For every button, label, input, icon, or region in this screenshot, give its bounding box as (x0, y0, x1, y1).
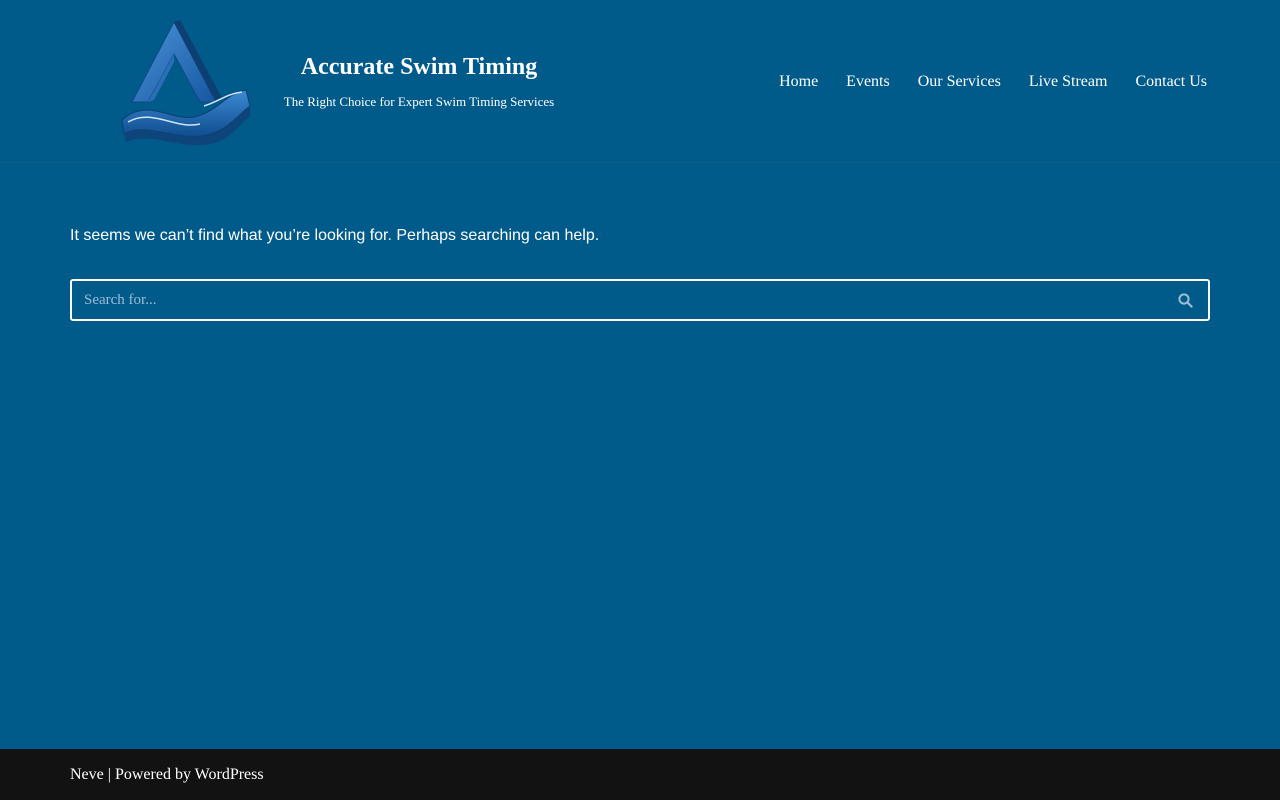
nav-item-live-stream[interactable]: Live Stream (1029, 72, 1108, 92)
search-input[interactable] (72, 281, 1162, 319)
site-header: Accurate Swim Timing The Right Choice fo… (0, 0, 1280, 163)
nav-item-contact-us[interactable]: Contact Us (1135, 72, 1207, 92)
not-found-message: It seems we can’t find what you’re looki… (70, 227, 600, 244)
footer-credits: Neve | Powered by WordPress (70, 765, 264, 785)
search-button[interactable] (1162, 281, 1208, 319)
swim-timing-logo-icon (121, 20, 251, 146)
site-tagline: The Right Choice for Expert Swim Timing … (283, 94, 555, 109)
site-footer: Neve | Powered by WordPress (0, 749, 1280, 800)
footer-platform-link[interactable]: WordPress (195, 766, 264, 783)
nav-item-home[interactable]: Home (779, 72, 818, 92)
nav-item-events[interactable]: Events (846, 72, 890, 92)
site-logo[interactable] (118, 20, 254, 146)
footer-separator: | Powered by (103, 766, 195, 783)
site-title[interactable]: Accurate Swim Timing (268, 52, 570, 82)
search-form (70, 279, 1210, 321)
nav-item-our-services[interactable]: Our Services (918, 72, 1001, 92)
footer-theme-link[interactable]: Neve (70, 766, 104, 783)
primary-nav: Home Events Our Services Live Stream Con… (779, 72, 1207, 92)
site-branding: Accurate Swim Timing The Right Choice fo… (268, 52, 570, 110)
search-icon (1177, 292, 1193, 308)
